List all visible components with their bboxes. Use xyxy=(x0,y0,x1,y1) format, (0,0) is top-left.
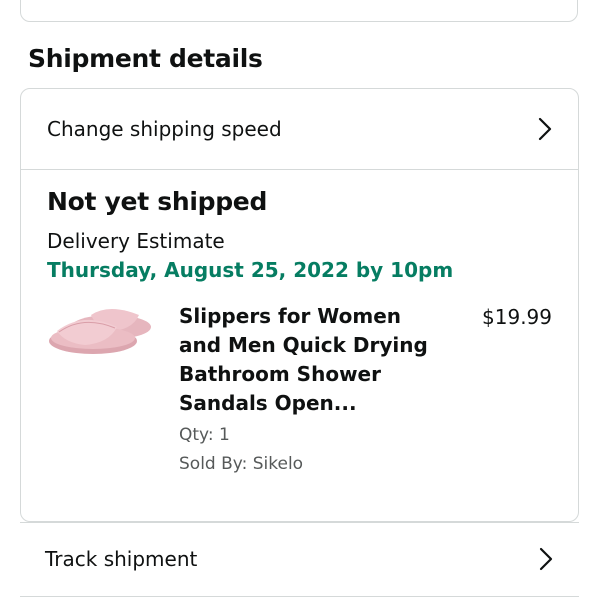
product-image[interactable] xyxy=(43,301,155,359)
track-shipment-label: Track shipment xyxy=(45,547,198,571)
previous-card xyxy=(20,0,578,22)
divider xyxy=(21,169,578,170)
product-quantity: Qty: 1 xyxy=(179,425,230,445)
sold-by: Sold By: Sikelo xyxy=(179,454,304,474)
product-title[interactable]: Slippers for Women and Men Quick Drying … xyxy=(179,302,441,418)
change-shipping-speed-row[interactable]: Change shipping speed xyxy=(21,89,578,169)
divider xyxy=(20,596,579,597)
product-price: $19.99 xyxy=(482,305,552,329)
change-shipping-speed-label: Change shipping speed xyxy=(47,117,282,141)
shipment-card: Change shipping speed Not yet shipped De… xyxy=(20,88,579,522)
shipment-status: Not yet shipped xyxy=(47,187,268,216)
chevron-right-icon xyxy=(538,117,552,141)
section-title: Shipment details xyxy=(28,44,263,73)
chevron-right-icon xyxy=(539,547,553,571)
track-shipment-row[interactable]: Track shipment xyxy=(20,522,579,596)
delivery-date: Thursday, August 25, 2022 by 10pm xyxy=(47,258,454,282)
pink-slide-sandals-image xyxy=(49,309,151,354)
delivery-estimate-label: Delivery Estimate xyxy=(47,229,225,253)
